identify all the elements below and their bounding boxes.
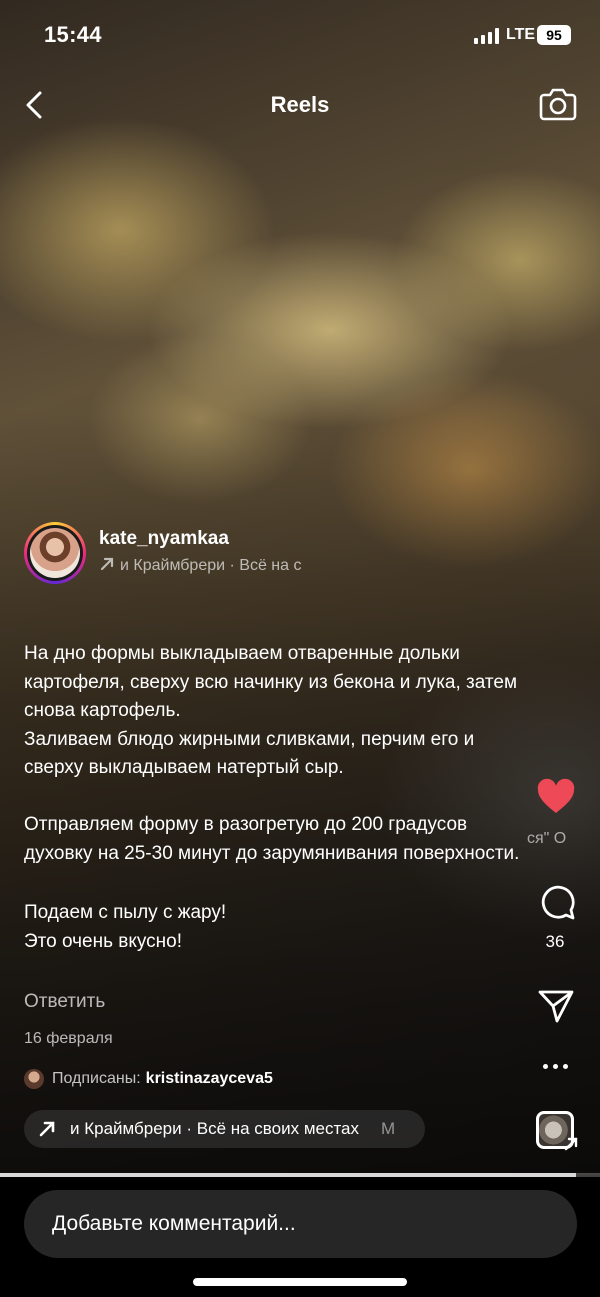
arrow-up-right-icon <box>564 1137 578 1151</box>
post-date: 16 февраля <box>24 1030 113 1047</box>
music-text: и Краймбрери · Всё на своих местах <box>70 1119 360 1138</box>
music-pill[interactable]: и Краймбрери · Всё на своих местах М <box>24 1110 425 1148</box>
followed-by[interactable]: Подписаны: kristinazayceva5 <box>24 1068 273 1090</box>
author-audio[interactable]: и Краймбрери · Всё на с <box>98 556 333 578</box>
caption: На дно формы выкладываем отваренные доль… <box>24 640 524 957</box>
more-button[interactable] <box>540 1058 572 1074</box>
page-title: Reels <box>270 92 330 117</box>
author-audio-text: и Краймбрери · Всё на с <box>120 557 302 574</box>
caption-line <box>24 783 524 812</box>
paper-plane-icon <box>538 990 574 1023</box>
comments-button[interactable] <box>538 883 576 921</box>
comments-count: 36 <box>545 932 565 951</box>
reply-link[interactable]: Ответить <box>24 991 105 1013</box>
author-avatar[interactable] <box>24 522 86 584</box>
comment-input[interactable]: Добавьте комментарий... <box>24 1190 577 1258</box>
comment-icon <box>541 885 575 920</box>
like-button[interactable] <box>536 778 576 816</box>
battery-icon: 95 <box>537 25 571 45</box>
home-indicator <box>193 1278 407 1286</box>
status-time: 15:44 <box>44 22 102 47</box>
followed-by-label: Подписаны: <box>52 1070 141 1087</box>
camera-button[interactable] <box>538 86 578 122</box>
follower-avatar <box>24 1069 44 1089</box>
heart-icon <box>537 778 575 813</box>
caption-line: Подаем с пылу с жару! <box>24 901 227 923</box>
reels-screen: 15:44 LTE 95 Reels kate_nyamkaa и Краймб… <box>0 0 600 1297</box>
signal-icon <box>474 28 500 44</box>
camera-icon <box>539 88 577 121</box>
music-text-tail: М <box>381 1119 396 1138</box>
status-bar: 15:44 LTE 95 <box>0 0 600 70</box>
caption-line: Отправляем форму в разогретую до 200 гра… <box>24 814 520 864</box>
caption-line: Заливаем блюдо жирными сливками, перчим … <box>24 728 475 779</box>
network-type: LTE <box>506 26 536 43</box>
follower-name: kristinazayceva5 <box>145 1070 273 1087</box>
arrow-up-right-icon <box>39 1121 55 1137</box>
arrow-up-right-icon <box>100 557 114 571</box>
caption-line: Это очень вкусно! <box>24 931 183 952</box>
avatar <box>30 528 80 578</box>
share-button[interactable] <box>537 988 575 1024</box>
author-username[interactable]: kate_nyamkaa <box>99 528 229 550</box>
likes-text[interactable]: ся" О <box>527 830 600 852</box>
caption-line <box>24 868 524 897</box>
caption-line: На дно формы выкладываем отваренные доль… <box>24 643 518 721</box>
